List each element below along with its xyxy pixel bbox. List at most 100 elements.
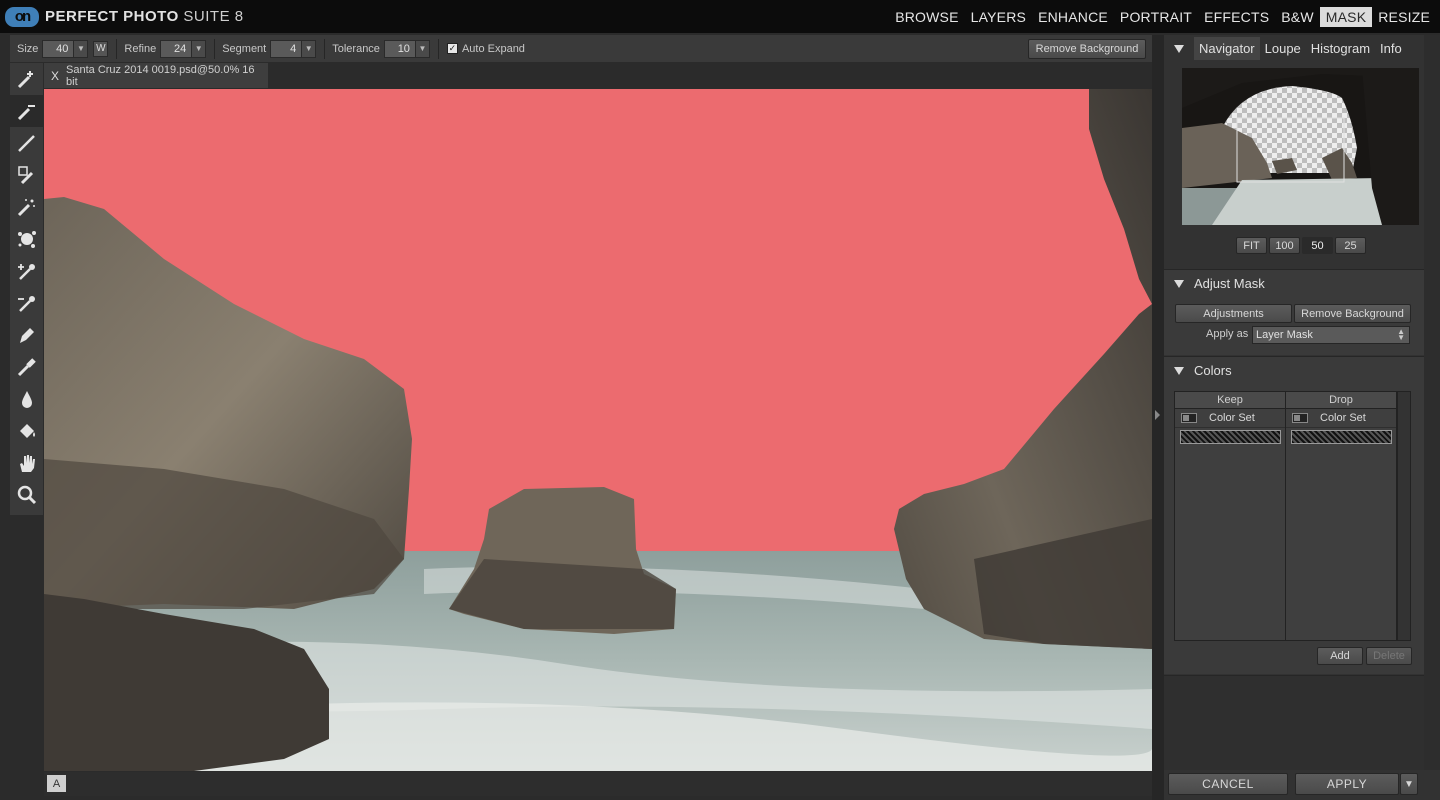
segment-dropdown-icon[interactable]: ▼ bbox=[302, 39, 317, 58]
tool-hand[interactable] bbox=[10, 447, 43, 479]
module-browse[interactable]: BROWSE bbox=[889, 7, 964, 27]
tool-zoom[interactable] bbox=[10, 479, 43, 511]
chisel-icon bbox=[17, 358, 36, 377]
navigator-preview-image bbox=[1182, 68, 1419, 225]
panel-splitter[interactable] bbox=[1152, 35, 1164, 800]
collapse-triangle-icon[interactable] bbox=[1174, 279, 1184, 288]
magic-brush-icon bbox=[17, 166, 33, 185]
photo-image bbox=[44, 89, 1152, 771]
keep-color-swatch[interactable] bbox=[1180, 430, 1281, 444]
app-logo: on PERFECT PHOTO SUITE 8 bbox=[5, 6, 244, 27]
tool-keep-brush[interactable] bbox=[10, 63, 43, 95]
module-resize[interactable]: RESIZE bbox=[1372, 7, 1436, 27]
tab-info[interactable]: Info bbox=[1375, 37, 1407, 60]
module-bw[interactable]: B&W bbox=[1275, 7, 1320, 27]
tool-chisel[interactable] bbox=[10, 351, 43, 383]
tolerance-dropdown-icon[interactable]: ▼ bbox=[415, 39, 430, 58]
layer-indicator-button[interactable]: A bbox=[47, 775, 66, 792]
tab-navigator[interactable]: Navigator bbox=[1194, 37, 1260, 60]
image-canvas[interactable] bbox=[44, 89, 1152, 771]
tool-mask-brush[interactable] bbox=[10, 127, 43, 159]
drop-brush-icon bbox=[17, 105, 35, 121]
toolbar bbox=[10, 63, 43, 515]
tab-histogram[interactable]: Histogram bbox=[1306, 37, 1375, 60]
mask-brush-icon bbox=[17, 135, 35, 152]
right-panel-scrollbar[interactable] bbox=[1424, 35, 1440, 770]
tool-drop-eyedropper[interactable] bbox=[10, 287, 43, 319]
tool-splat[interactable] bbox=[10, 223, 43, 255]
apply-as-select[interactable]: Layer Mask ▲ ▼ bbox=[1252, 326, 1410, 344]
remove-background-button[interactable]: Remove Background bbox=[1028, 39, 1146, 59]
keep-color-set-row[interactable]: Color Set bbox=[1175, 409, 1285, 428]
remove-background-panel-button[interactable]: Remove Background bbox=[1294, 304, 1411, 323]
adjust-mask-header[interactable]: Adjust Mask bbox=[1164, 270, 1424, 297]
title-bar: on PERFECT PHOTO SUITE 8 BROWSE LAYERS E… bbox=[0, 0, 1440, 33]
color-set-toggle-icon[interactable] bbox=[1292, 413, 1308, 423]
apply-as-label: Apply as bbox=[1206, 328, 1249, 340]
colors-header[interactable]: Colors bbox=[1164, 357, 1424, 384]
navigator-header: Navigator Loupe Histogram Info bbox=[1164, 35, 1424, 62]
divider bbox=[324, 38, 326, 59]
color-keep-icon bbox=[17, 199, 35, 217]
color-set-toggle-icon[interactable] bbox=[1181, 413, 1197, 423]
zoom-fit-button[interactable]: FIT bbox=[1236, 237, 1267, 254]
drop-column: Drop Color Set bbox=[1286, 392, 1397, 640]
drop-color-set-row[interactable]: Color Set bbox=[1286, 409, 1396, 428]
delete-color-button[interactable]: Delete bbox=[1366, 647, 1412, 665]
width-toggle-button[interactable]: W bbox=[93, 40, 109, 57]
adjustments-button[interactable]: Adjustments bbox=[1175, 304, 1292, 323]
tool-blur[interactable] bbox=[10, 383, 43, 415]
divider bbox=[116, 38, 118, 59]
zoom-buttons: FIT 100 50 25 bbox=[1236, 237, 1368, 254]
tool-options-bar: Size 40 ▼ W Refine 24 ▼ Segment 4 ▼ Tole… bbox=[10, 35, 1152, 62]
app-name: PERFECT PHOTO SUITE 8 bbox=[45, 8, 244, 25]
collapse-triangle-icon[interactable] bbox=[1174, 366, 1184, 375]
apply-button[interactable]: APPLY bbox=[1295, 773, 1399, 795]
size-field[interactable]: 40 bbox=[42, 39, 75, 58]
refine-field[interactable]: 24 bbox=[160, 39, 193, 58]
bucket-icon bbox=[19, 424, 35, 438]
auto-expand-label: Auto Expand bbox=[461, 42, 525, 55]
document-tab[interactable]: X Santa Cruz 2014 0019.psd@50.0% 16 bit bbox=[44, 63, 268, 88]
size-dropdown-icon[interactable]: ▼ bbox=[74, 39, 89, 58]
add-color-button[interactable]: Add bbox=[1317, 647, 1363, 665]
module-portrait[interactable]: PORTRAIT bbox=[1114, 7, 1198, 27]
splat-icon bbox=[17, 231, 36, 248]
close-document-icon[interactable]: X bbox=[51, 69, 59, 83]
tab-loupe[interactable]: Loupe bbox=[1260, 37, 1306, 60]
drop-color-swatch[interactable] bbox=[1291, 430, 1392, 444]
hand-icon bbox=[19, 455, 35, 472]
tool-drop-brush[interactable] bbox=[10, 95, 43, 127]
tool-magic-brush[interactable] bbox=[10, 159, 43, 191]
collapse-triangle-icon[interactable] bbox=[1174, 44, 1184, 53]
collapse-arrow-icon[interactable] bbox=[1155, 410, 1160, 420]
segment-field[interactable]: 4 bbox=[270, 39, 303, 58]
refine-dropdown-icon[interactable]: ▼ bbox=[192, 39, 207, 58]
right-panel: Navigator Loupe Histogram Info FIT 100 5… bbox=[1164, 35, 1440, 800]
segment-label: Segment bbox=[222, 42, 267, 55]
module-mask[interactable]: MASK bbox=[1319, 6, 1373, 27]
module-layers[interactable]: LAYERS bbox=[965, 7, 1032, 27]
keep-eyedropper-icon bbox=[17, 264, 35, 280]
module-enhance[interactable]: ENHANCE bbox=[1032, 7, 1114, 27]
navigator-thumbnail[interactable] bbox=[1182, 68, 1419, 225]
auto-expand-checkbox[interactable]: ✓ bbox=[446, 43, 458, 54]
zoom-100-button[interactable]: 100 bbox=[1269, 237, 1300, 254]
keep-column: Keep Color Set bbox=[1175, 392, 1286, 640]
module-nav: BROWSE LAYERS ENHANCE PORTRAIT EFFECTS B… bbox=[889, 0, 1436, 33]
size-label: Size bbox=[17, 42, 39, 55]
adjust-mask-title: Adjust Mask bbox=[1194, 276, 1265, 291]
tool-bucket[interactable] bbox=[10, 415, 43, 447]
table-scrollbar[interactable] bbox=[1397, 392, 1410, 640]
tolerance-field[interactable]: 10 bbox=[383, 39, 416, 58]
tool-pen[interactable] bbox=[10, 319, 43, 351]
keep-color-set-label: Color Set bbox=[1209, 412, 1255, 424]
tool-keep-eyedropper[interactable] bbox=[10, 255, 43, 287]
cancel-button[interactable]: CANCEL bbox=[1168, 773, 1288, 795]
module-effects[interactable]: EFFECTS bbox=[1198, 7, 1275, 27]
tool-color-keep[interactable] bbox=[10, 191, 43, 223]
zoom-25-button[interactable]: 25 bbox=[1335, 237, 1366, 254]
zoom-50-button[interactable]: 50 bbox=[1302, 237, 1333, 254]
apply-options-dropdown-icon[interactable]: ▼ bbox=[1400, 773, 1418, 795]
colors-title: Colors bbox=[1194, 363, 1232, 378]
